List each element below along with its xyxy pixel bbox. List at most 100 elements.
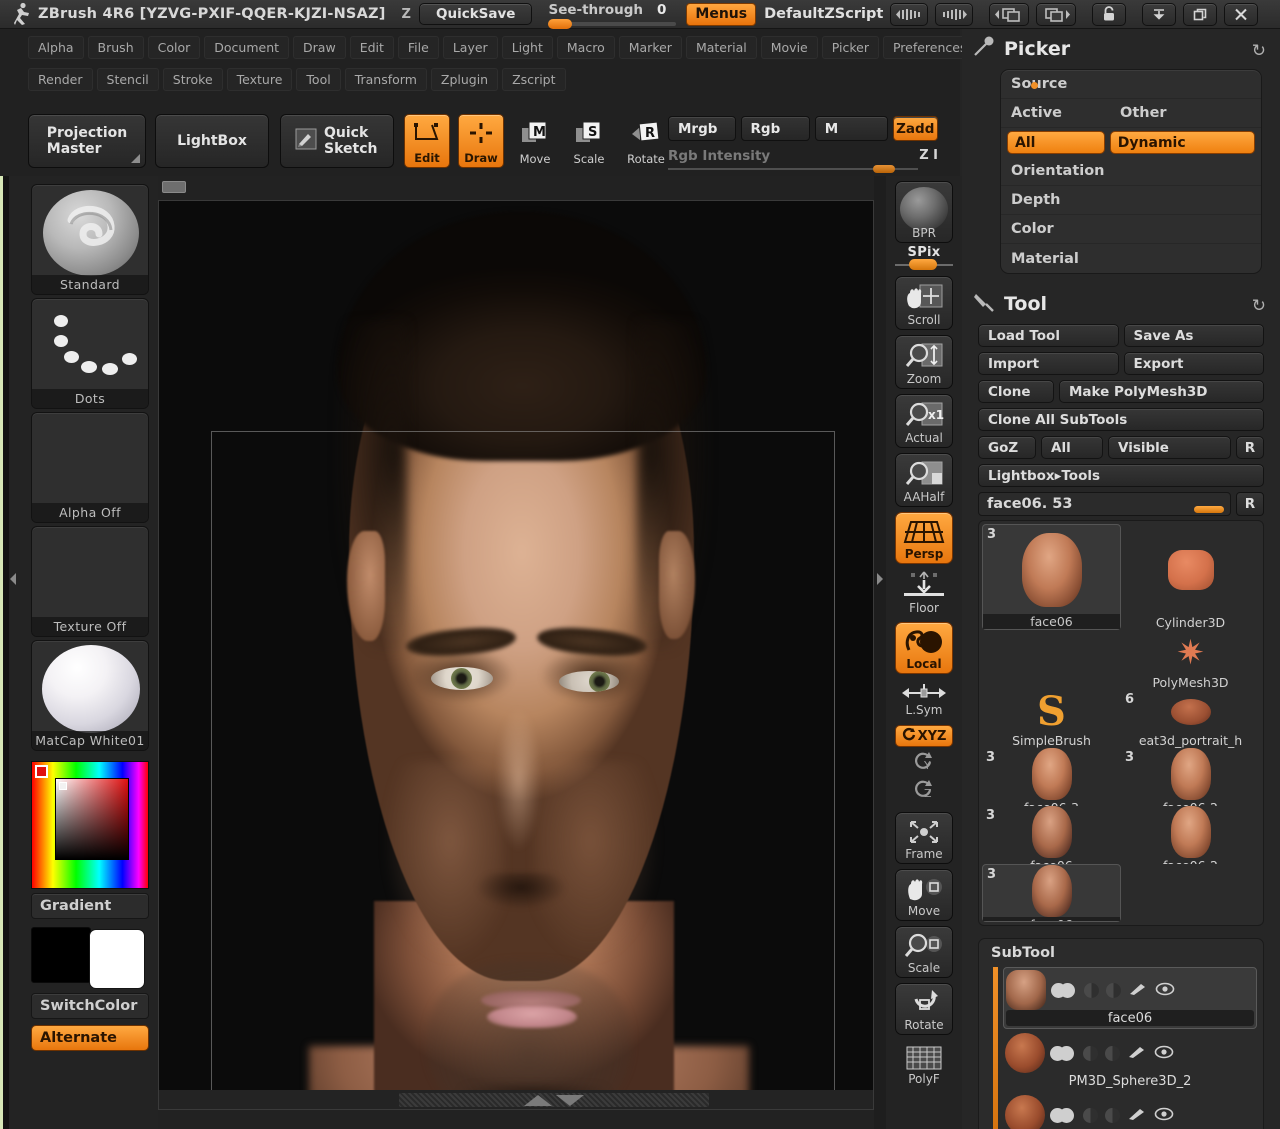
tool-item-face06-2a[interactable]: 3 face06-2 — [1121, 748, 1260, 806]
polypaint-toggle-icon[interactable] — [1083, 1045, 1098, 1061]
mrgb-button[interactable]: Mrgb — [668, 116, 736, 141]
tool-item-polymesh3d[interactable]: ✷ PolyMesh3D — [1121, 630, 1260, 691]
menu-item-stroke[interactable]: Stroke — [162, 67, 223, 91]
subtool-row-face06[interactable]: face06 — [1003, 967, 1257, 1029]
menu-item-file[interactable]: File — [397, 35, 439, 59]
rotate-button[interactable]: R Rotate — [620, 114, 672, 168]
menu-item-movie[interactable]: Movie — [760, 35, 818, 59]
menu-item-material[interactable]: Material — [685, 35, 757, 59]
picker-color-row[interactable]: Color — [1001, 215, 1261, 244]
bpr-button[interactable]: BPR — [895, 181, 953, 243]
picker-orientation-row[interactable]: Orientation — [1001, 157, 1261, 186]
menu-item-color[interactable]: Color — [147, 35, 201, 59]
menus-button[interactable]: Menus — [686, 2, 757, 26]
scroll-right-icon[interactable] — [935, 2, 974, 26]
rgb-intensity-slider[interactable]: Rgb Intensity Z I — [668, 148, 938, 173]
stroke-thumbnail[interactable]: Dots — [31, 298, 149, 409]
scrollbar-arrows[interactable] — [511, 1093, 597, 1107]
tool-reset-icon[interactable]: ↻ — [1252, 296, 1266, 316]
menu-item-render[interactable]: Render — [28, 67, 93, 91]
left-tray-toggle-icon[interactable] — [6, 566, 20, 592]
goz-all-button[interactable]: All — [1041, 436, 1103, 459]
tool-item-face06-c[interactable]: 3 face06 — [982, 864, 1121, 922]
gradient-button[interactable]: Gradient — [31, 893, 149, 919]
eye-toggle-icon[interactable] — [1155, 981, 1175, 1000]
clone-all-subtools-button[interactable]: Clone All SubTools — [978, 408, 1264, 431]
menu-item-tool[interactable]: Tool — [296, 67, 341, 91]
xyz-button[interactable]: XYZ — [895, 725, 953, 747]
scroll-down-icon[interactable] — [556, 1094, 584, 1106]
save-as-button[interactable]: Save As — [1123, 324, 1264, 347]
paint-toggle-icon[interactable] — [1127, 1044, 1147, 1063]
see-through-slider[interactable]: See-through 0 — [548, 0, 677, 29]
load-tool-button[interactable]: Load Tool — [978, 324, 1119, 347]
rotate-y-icon[interactable]: Y — [911, 750, 937, 776]
actual-button[interactable]: x1 Actual — [895, 394, 953, 448]
visibility-toggle-icon[interactable] — [1050, 1045, 1074, 1061]
primary-color-swatch[interactable] — [31, 927, 91, 983]
quick-sketch-button[interactable]: Quick Sketch — [280, 114, 394, 168]
color-picker[interactable] — [31, 761, 149, 889]
menu-item-light[interactable]: Light — [501, 35, 553, 59]
prev-doc-icon[interactable] — [989, 2, 1030, 26]
scale-3d-button[interactable]: Scale — [895, 926, 953, 978]
make-polymesh3d-button[interactable]: Make PolyMesh3D — [1059, 380, 1264, 403]
move-button[interactable]: M Move — [512, 114, 558, 168]
menu-item-layer[interactable]: Layer — [442, 35, 498, 59]
polyf-button[interactable]: PolyF — [895, 1040, 953, 1088]
move-3d-button[interactable]: Move — [895, 869, 953, 921]
tool-r-button[interactable]: R — [1236, 492, 1264, 516]
scale-button[interactable]: S Scale — [566, 114, 612, 168]
tool-item-face06-3[interactable]: 3 face06-3 — [982, 748, 1121, 806]
close-icon[interactable] — [1224, 2, 1259, 26]
picker-dynamic-button[interactable]: Dynamic — [1109, 131, 1256, 154]
menu-item-macro[interactable]: Macro — [556, 35, 615, 59]
canvas-scrollbar[interactable] — [159, 1090, 873, 1109]
picker-reset-icon[interactable]: ↻ — [1252, 41, 1266, 61]
menu-item-alpha[interactable]: Alpha — [28, 35, 84, 59]
draw-button[interactable]: Draw — [458, 114, 504, 168]
zadd-button[interactable]: Zadd — [892, 116, 938, 141]
polyframe-toggle-icon[interactable] — [1105, 1045, 1120, 1061]
m-button[interactable]: M — [814, 116, 888, 141]
subtool-row-sphere2[interactable]: PM3D_Sphere3D_2 — [1003, 1031, 1257, 1091]
visibility-toggle-icon[interactable] — [1051, 982, 1075, 998]
import-button[interactable]: Import — [978, 352, 1119, 375]
eye-toggle-icon[interactable] — [1154, 1106, 1174, 1125]
polyframe-toggle-icon[interactable] — [1105, 1107, 1120, 1123]
projection-master-button[interactable]: Projection Master — [28, 114, 146, 168]
saturation-value-square[interactable] — [55, 778, 129, 860]
frame-button[interactable]: Frame — [895, 812, 953, 864]
visibility-toggle-icon[interactable] — [1050, 1107, 1074, 1123]
menu-item-zscript[interactable]: Zscript — [502, 67, 566, 91]
menu-item-stencil[interactable]: Stencil — [96, 67, 159, 91]
eye-toggle-icon[interactable] — [1154, 1044, 1174, 1063]
goz-button[interactable]: GoZ — [978, 436, 1036, 459]
tool-item-cylinder3d[interactable]: Cylinder3D — [1121, 524, 1260, 630]
minimize-icon[interactable] — [1142, 2, 1177, 26]
rotate-3d-button[interactable]: Rotate — [895, 983, 953, 1035]
polypaint-toggle-icon[interactable] — [1084, 982, 1099, 998]
menu-item-zplugin[interactable]: Zplugin — [430, 67, 499, 91]
export-button[interactable]: Export — [1123, 352, 1264, 375]
lsym-button[interactable]: L.Sym — [895, 679, 953, 719]
switch-color-button[interactable]: SwitchColor — [31, 993, 149, 1019]
menu-item-document[interactable]: Document — [204, 35, 290, 59]
right-tray-toggle-icon[interactable] — [874, 566, 886, 592]
local-button[interactable]: Local — [895, 622, 953, 674]
menu-item-texture[interactable]: Texture — [226, 67, 293, 91]
rgb-intensity-knob[interactable] — [873, 165, 895, 173]
polypaint-toggle-icon[interactable] — [1083, 1107, 1098, 1123]
menu-item-marker[interactable]: Marker — [618, 35, 682, 59]
alternate-button[interactable]: Alternate — [31, 1025, 149, 1051]
see-through-knob[interactable] — [548, 18, 573, 29]
spix-slider[interactable]: SPix — [893, 245, 955, 271]
tool-item-simplebrush[interactable]: S SimpleBrush — [982, 690, 1121, 748]
picker-source-row[interactable]: Source — [1001, 70, 1261, 99]
menu-item-brush[interactable]: Brush — [87, 35, 144, 59]
quicksave-button[interactable]: QuickSave — [418, 3, 533, 25]
goz-visible-button[interactable]: Visible — [1108, 436, 1231, 459]
picker-active-other-row[interactable]: Active Other — [1001, 99, 1261, 128]
menu-item-draw[interactable]: Draw — [293, 35, 346, 59]
goz-r-button[interactable]: R — [1236, 436, 1264, 459]
